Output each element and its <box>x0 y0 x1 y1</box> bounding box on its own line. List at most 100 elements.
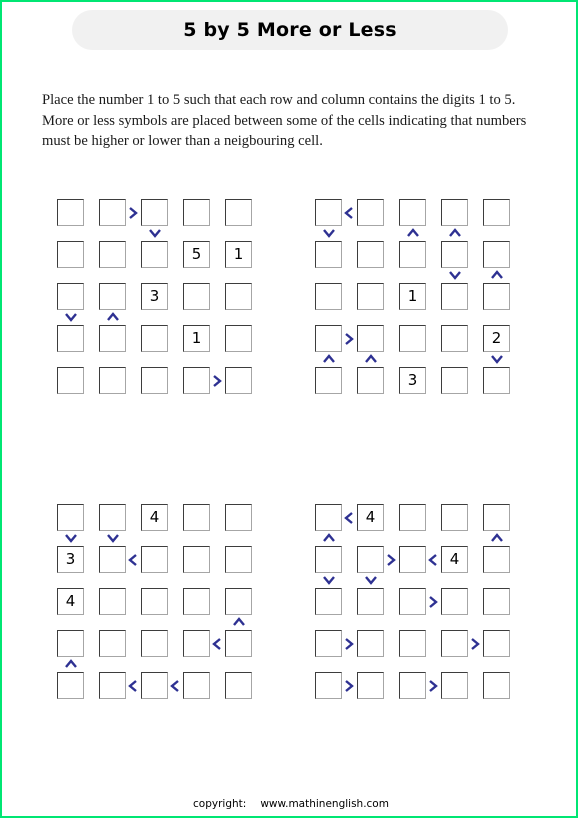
puzzle-cell[interactable] <box>57 672 84 699</box>
puzzle-cell[interactable]: 3 <box>141 283 168 310</box>
puzzle-cell[interactable] <box>225 672 252 699</box>
puzzle-cell[interactable]: 4 <box>141 504 168 531</box>
puzzle-cell[interactable] <box>441 367 468 394</box>
puzzle-cell[interactable] <box>141 588 168 615</box>
puzzle-cell[interactable] <box>357 241 384 268</box>
puzzle-cell[interactable] <box>183 367 210 394</box>
puzzle-cell[interactable] <box>99 199 126 226</box>
puzzle-cell[interactable] <box>399 630 426 657</box>
puzzle-cell[interactable] <box>483 630 510 657</box>
puzzle-cell[interactable] <box>225 588 252 615</box>
puzzle-cell[interactable] <box>225 325 252 352</box>
puzzle-grid-2[interactable]: 1 2 3 <box>315 199 530 399</box>
puzzle-cell[interactable] <box>315 546 342 573</box>
puzzle-cell[interactable] <box>225 199 252 226</box>
puzzle-cell[interactable] <box>441 588 468 615</box>
puzzle-cell[interactable] <box>357 546 384 573</box>
puzzle-cell[interactable] <box>183 672 210 699</box>
puzzle-grid-3[interactable]: 4 3 4 <box>57 504 272 704</box>
puzzle-cell[interactable] <box>399 504 426 531</box>
puzzle-cell[interactable]: 4 <box>441 546 468 573</box>
puzzle-cell[interactable] <box>57 283 84 310</box>
puzzle-cell[interactable] <box>183 199 210 226</box>
puzzle-grid-1[interactable]: 5131 <box>57 199 272 399</box>
puzzle-cell[interactable] <box>483 283 510 310</box>
puzzle-cell[interactable]: 3 <box>57 546 84 573</box>
puzzle-cell[interactable] <box>225 367 252 394</box>
puzzle-cell[interactable] <box>483 672 510 699</box>
puzzle-cell[interactable] <box>315 283 342 310</box>
puzzle-cell[interactable] <box>315 241 342 268</box>
puzzle-cell[interactable] <box>183 283 210 310</box>
puzzle-cell[interactable] <box>225 546 252 573</box>
puzzle-cell[interactable] <box>141 199 168 226</box>
puzzle-cell[interactable]: 3 <box>399 367 426 394</box>
puzzle-cell[interactable] <box>315 630 342 657</box>
puzzle-cell[interactable] <box>99 546 126 573</box>
puzzle-cell[interactable] <box>99 283 126 310</box>
puzzle-cell[interactable] <box>141 367 168 394</box>
puzzle-grid-4[interactable]: 44 <box>315 504 530 704</box>
puzzle-cell[interactable] <box>99 588 126 615</box>
puzzle-cell[interactable] <box>357 588 384 615</box>
puzzle-cell[interactable] <box>225 283 252 310</box>
puzzle-cell[interactable]: 1 <box>399 283 426 310</box>
puzzle-cell[interactable] <box>399 588 426 615</box>
puzzle-cell[interactable] <box>441 630 468 657</box>
puzzle-cell[interactable] <box>315 588 342 615</box>
puzzle-cell[interactable] <box>399 672 426 699</box>
puzzle-cell[interactable] <box>483 241 510 268</box>
puzzle-cell[interactable] <box>483 504 510 531</box>
puzzle-cell[interactable] <box>315 367 342 394</box>
puzzle-cell[interactable]: 4 <box>357 504 384 531</box>
puzzle-cell[interactable] <box>225 504 252 531</box>
puzzle-cell[interactable] <box>57 630 84 657</box>
puzzle-cell[interactable] <box>99 325 126 352</box>
puzzle-cell[interactable] <box>141 241 168 268</box>
puzzle-cell[interactable] <box>57 199 84 226</box>
puzzle-cell[interactable] <box>183 630 210 657</box>
puzzle-cell[interactable] <box>399 546 426 573</box>
puzzle-cell[interactable] <box>441 672 468 699</box>
puzzle-cell[interactable] <box>357 672 384 699</box>
puzzle-cell[interactable] <box>441 325 468 352</box>
puzzle-cell[interactable] <box>441 241 468 268</box>
puzzle-cell[interactable]: 2 <box>483 325 510 352</box>
puzzle-cell[interactable] <box>99 367 126 394</box>
puzzle-cell[interactable] <box>441 504 468 531</box>
puzzle-cell[interactable]: 4 <box>57 588 84 615</box>
puzzle-cell[interactable] <box>483 199 510 226</box>
puzzle-cell[interactable] <box>357 367 384 394</box>
puzzle-cell[interactable] <box>441 199 468 226</box>
puzzle-cell[interactable] <box>99 504 126 531</box>
puzzle-cell[interactable] <box>141 325 168 352</box>
puzzle-cell[interactable] <box>225 630 252 657</box>
puzzle-cell[interactable] <box>357 325 384 352</box>
puzzle-cell[interactable] <box>57 504 84 531</box>
puzzle-cell[interactable] <box>399 199 426 226</box>
puzzle-cell[interactable] <box>483 588 510 615</box>
puzzle-cell[interactable]: 5 <box>183 241 210 268</box>
puzzle-cell[interactable] <box>183 546 210 573</box>
puzzle-cell[interactable] <box>57 367 84 394</box>
puzzle-cell[interactable]: 1 <box>183 325 210 352</box>
puzzle-cell[interactable] <box>357 283 384 310</box>
puzzle-cell[interactable] <box>357 199 384 226</box>
puzzle-cell[interactable] <box>57 325 84 352</box>
puzzle-cell[interactable] <box>483 367 510 394</box>
puzzle-cell[interactable] <box>315 199 342 226</box>
puzzle-cell[interactable] <box>99 241 126 268</box>
puzzle-cell[interactable] <box>99 672 126 699</box>
puzzle-cell[interactable] <box>441 283 468 310</box>
puzzle-cell[interactable] <box>141 630 168 657</box>
puzzle-cell[interactable] <box>315 672 342 699</box>
puzzle-cell[interactable]: 1 <box>225 241 252 268</box>
puzzle-cell[interactable] <box>483 546 510 573</box>
puzzle-cell[interactable] <box>57 241 84 268</box>
puzzle-cell[interactable] <box>399 325 426 352</box>
puzzle-cell[interactable] <box>399 241 426 268</box>
puzzle-cell[interactable] <box>183 504 210 531</box>
puzzle-cell[interactable] <box>141 546 168 573</box>
puzzle-cell[interactable] <box>183 588 210 615</box>
puzzle-cell[interactable] <box>141 672 168 699</box>
